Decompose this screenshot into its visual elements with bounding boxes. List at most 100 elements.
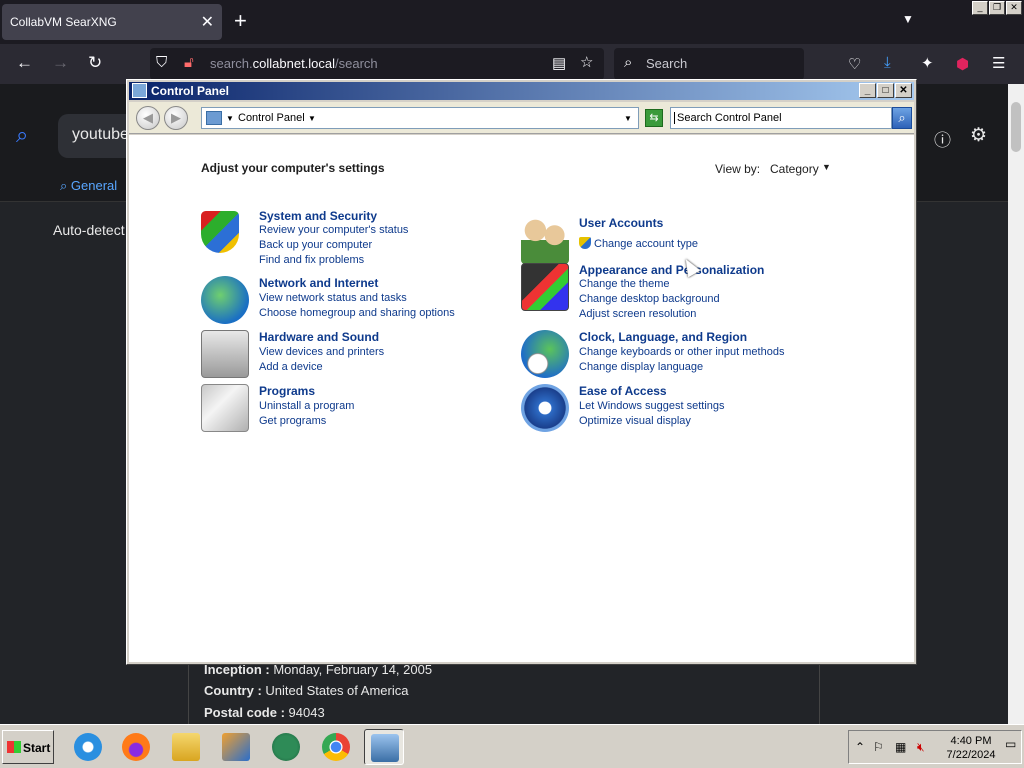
pocket-icon[interactable]: ♡ bbox=[848, 55, 861, 73]
users-icon[interactable] bbox=[521, 216, 569, 264]
host-window-controls: _ ❐ ✕ bbox=[972, 1, 1022, 15]
forward-arrow-icon[interactable]: → bbox=[52, 53, 69, 73]
category-title[interactable]: Network and Internet bbox=[259, 276, 378, 290]
shield-icon[interactable]: ⛉ bbox=[156, 54, 167, 71]
network-icon[interactable]: ▦ bbox=[895, 740, 906, 754]
clock[interactable]: 4:40 PM 7/22/2024 bbox=[941, 734, 1001, 762]
category-link[interactable]: Let Windows suggest settings bbox=[579, 400, 725, 412]
chat-icon[interactable] bbox=[266, 729, 306, 765]
url-text: search.collabnet.local/search bbox=[210, 56, 378, 71]
category-title[interactable]: Programs bbox=[259, 384, 315, 398]
new-tab-button[interactable]: + bbox=[234, 8, 247, 34]
category-link[interactable]: Change keyboards or other input methods bbox=[579, 346, 784, 358]
infobox: Inception : Monday, February 14, 2005 Co… bbox=[188, 658, 820, 728]
category-title[interactable]: Ease of Access bbox=[579, 384, 667, 398]
browser-tab[interactable]: CollabVM SearXNG ✕ bbox=[2, 4, 222, 40]
view-by-dropdown[interactable]: Category bbox=[770, 162, 819, 176]
category-link[interactable]: Change display language bbox=[579, 361, 703, 373]
download-icon[interactable]: ⤓ bbox=[884, 54, 891, 71]
search-placeholder: Search bbox=[646, 56, 688, 71]
category-link[interactable]: Get programs bbox=[259, 415, 326, 427]
category-link[interactable]: Find and fix problems bbox=[259, 254, 364, 266]
browser-search-bar[interactable]: ⌕ Search bbox=[614, 48, 804, 80]
reload-icon[interactable]: ↻ bbox=[88, 53, 102, 73]
category-link[interactable]: Back up your computer bbox=[259, 239, 372, 251]
category-title[interactable]: Appearance and Personalization bbox=[579, 263, 764, 277]
chevron-down-icon[interactable]: ▼ bbox=[226, 114, 234, 123]
insecure-lock-icon[interactable]: 🔓︎ bbox=[184, 54, 194, 71]
category-link[interactable]: Choose homegroup and sharing options bbox=[259, 307, 455, 319]
globe-network-icon[interactable] bbox=[201, 276, 249, 324]
show-desktop-icon[interactable]: ▭ bbox=[1005, 737, 1016, 751]
maximize-button[interactable]: □ bbox=[877, 83, 894, 98]
minimize-button[interactable]: _ bbox=[859, 83, 876, 98]
gear-icon[interactable]: ⚙ bbox=[970, 124, 987, 147]
extensions-icon[interactable]: ✦ bbox=[921, 54, 934, 72]
uac-shield-icon bbox=[579, 237, 591, 249]
close-button[interactable]: ✕ bbox=[895, 83, 912, 98]
start-button[interactable]: Start bbox=[2, 730, 54, 764]
control-panel-icon[interactable] bbox=[364, 729, 404, 765]
address-history-chevron-icon[interactable]: ▼ bbox=[624, 114, 632, 123]
control-panel-titlebar[interactable]: Control Panel _ □ ✕ bbox=[129, 82, 914, 100]
category-link[interactable]: View devices and printers bbox=[259, 346, 384, 358]
clock-globe-icon[interactable] bbox=[521, 330, 569, 378]
chrome-icon[interactable] bbox=[316, 729, 356, 765]
firefox-icon[interactable] bbox=[116, 729, 156, 765]
hamburger-menu-icon[interactable]: ☰ bbox=[992, 54, 1005, 72]
control-panel-content: Adjust your computer's settings View by:… bbox=[129, 135, 914, 662]
internet-explorer-icon[interactable] bbox=[68, 729, 108, 765]
category-title[interactable]: Hardware and Sound bbox=[259, 330, 379, 344]
clock-date: 7/22/2024 bbox=[946, 749, 996, 761]
chevron-down-icon[interactable]: ▼ bbox=[822, 162, 831, 172]
volume-muted-icon[interactable]: 🔇︎ bbox=[917, 740, 925, 755]
category-title[interactable]: User Accounts bbox=[579, 216, 663, 230]
programs-icon[interactable] bbox=[201, 384, 249, 432]
ease-of-access-icon[interactable] bbox=[521, 384, 569, 432]
category-link[interactable]: Adjust screen resolution bbox=[579, 308, 696, 320]
tab-list-chevron-icon[interactable]: ▼ bbox=[902, 12, 914, 26]
category-link[interactable]: Optimize visual display bbox=[579, 415, 691, 427]
back-button[interactable]: ◀ bbox=[136, 106, 160, 130]
host-restore-button[interactable]: ❐ bbox=[989, 1, 1005, 15]
info-icon[interactable]: ⓘ bbox=[934, 126, 951, 151]
category-title[interactable]: Clock, Language, and Region bbox=[579, 330, 747, 344]
url-bar[interactable]: ⛉ 🔓︎ search.collabnet.local/search ▤ ☆ bbox=[150, 48, 604, 80]
printer-icon[interactable] bbox=[201, 330, 249, 378]
media-player-icon[interactable] bbox=[216, 729, 256, 765]
category-link[interactable]: Change account type bbox=[579, 237, 698, 250]
address-bar[interactable]: ▼ Control Panel ▼ ▼ bbox=[201, 107, 639, 129]
file-explorer-icon[interactable] bbox=[166, 729, 206, 765]
back-arrow-icon[interactable]: ← bbox=[16, 53, 33, 73]
tab-close-icon[interactable]: ✕ bbox=[201, 12, 214, 32]
infobox-postal-code: Postal code : 94043 bbox=[204, 705, 325, 720]
action-center-flag-icon[interactable]: ⚐ bbox=[873, 740, 884, 754]
category-title[interactable]: System and Security bbox=[259, 209, 377, 223]
refresh-button[interactable]: ⇆ bbox=[645, 109, 663, 127]
category-link[interactable]: Change the theme bbox=[579, 278, 670, 290]
page-scrollbar[interactable] bbox=[1008, 84, 1024, 724]
language-autodetect[interactable]: Auto-detect | bbox=[53, 222, 132, 238]
tab-general[interactable]: ⌕ General bbox=[60, 178, 117, 194]
display-icon[interactable] bbox=[521, 263, 569, 311]
scrollbar-thumb[interactable] bbox=[1011, 102, 1021, 152]
category-link[interactable]: Add a device bbox=[259, 361, 323, 373]
browser-tab-bar: CollabVM SearXNG ✕ + ▼ _ ❐ ✕ bbox=[0, 0, 1024, 44]
category-link[interactable]: Review your computer's status bbox=[259, 224, 408, 236]
search-button[interactable]: ⌕ bbox=[892, 107, 912, 129]
searxng-logo-icon[interactable]: ⌕ bbox=[16, 122, 28, 148]
address-path[interactable]: Control Panel bbox=[238, 112, 305, 124]
category-link[interactable]: Change desktop background bbox=[579, 293, 720, 305]
host-close-button[interactable]: ✕ bbox=[1006, 1, 1022, 15]
forward-button[interactable]: ▶ bbox=[164, 106, 188, 130]
show-hidden-icons-icon[interactable]: ⌃ bbox=[855, 740, 865, 754]
ublock-icon[interactable]: ⬢ bbox=[956, 55, 969, 73]
reader-view-icon[interactable]: ▤ bbox=[552, 54, 566, 72]
chevron-down-icon[interactable]: ▼ bbox=[308, 114, 316, 123]
bookmark-star-icon[interactable]: ☆ bbox=[580, 53, 593, 71]
category-link[interactable]: View network status and tasks bbox=[259, 292, 407, 304]
shield-icon[interactable] bbox=[201, 211, 239, 253]
category-link[interactable]: Uninstall a program bbox=[259, 400, 354, 412]
host-minimize-button[interactable]: _ bbox=[972, 1, 988, 15]
search-control-panel-input[interactable]: Search Control Panel bbox=[670, 107, 892, 129]
